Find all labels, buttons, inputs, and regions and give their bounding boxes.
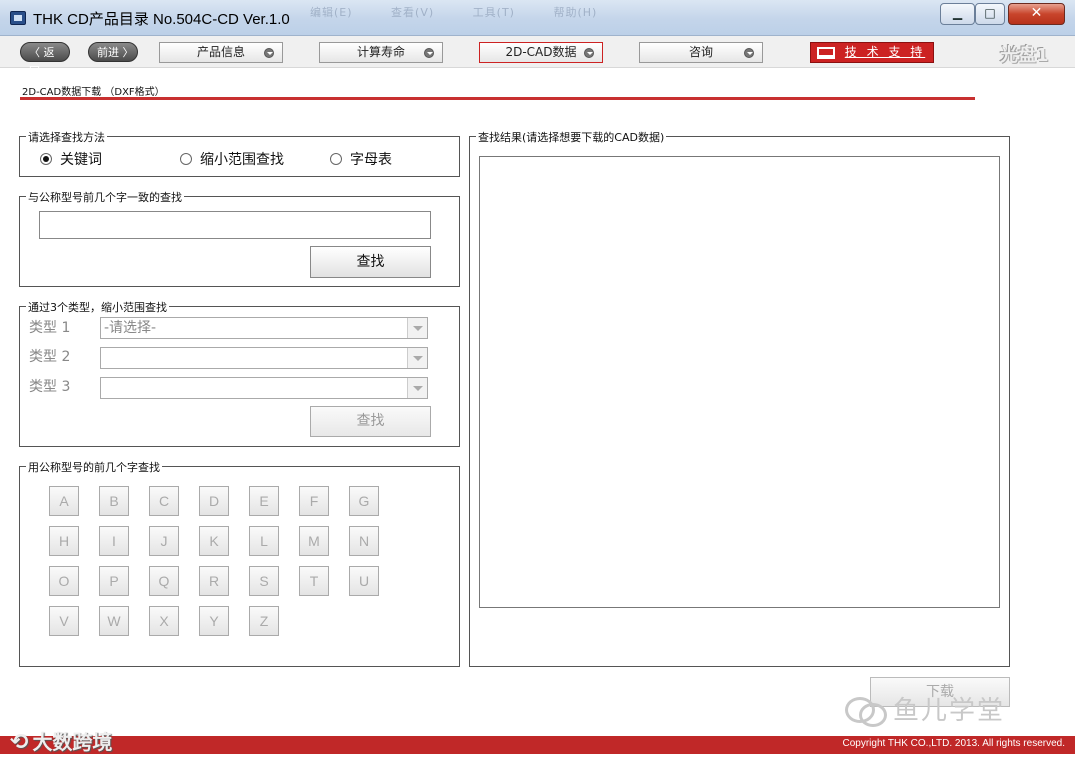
nav-bar: 〈 返回 前进 〉 产品信息 计算寿命 2D-CAD数据 咨询 技 术 支 持 [0, 36, 1075, 78]
chevron-down-icon [407, 378, 427, 398]
letter-button-w[interactable]: W [99, 606, 129, 636]
tab-2d-cad[interactable]: 2D-CAD数据 [479, 42, 603, 63]
type-2-label: 类型 2 [29, 349, 71, 365]
watermark-right: 鱼儿学堂 [845, 690, 1005, 727]
letter-button-z[interactable]: Z [249, 606, 279, 636]
letter-button-i[interactable]: I [99, 526, 129, 556]
ghost-menu: 编辑(E) 查看(V) 工具(T) 帮助(H) [310, 4, 631, 20]
type-1-value: -请选择- [104, 320, 157, 336]
search-method-legend: 请选择查找方法 [26, 129, 107, 145]
type-1-select[interactable]: -请选择- [100, 317, 428, 339]
dropdown-icon [264, 48, 274, 58]
keyword-search-button[interactable]: 查找 [310, 246, 431, 278]
letter-button-o[interactable]: O [49, 566, 79, 596]
disc-label: 光盘1 [1000, 45, 1049, 66]
watermark-left-text: 大数跨境 [32, 730, 113, 754]
letter-button-m[interactable]: M [299, 526, 329, 556]
tab-life-calc[interactable]: 计算寿命 [319, 42, 443, 63]
window-title-bar: THK CD产品目录 No.504C-CD Ver.1.0 编辑(E) 查看(V… [0, 0, 1075, 36]
watermark-left: ⟲ 大数跨境 [10, 726, 112, 755]
letter-button-c[interactable]: C [149, 486, 179, 516]
letter-button-n[interactable]: N [349, 526, 379, 556]
letter-button-r[interactable]: R [199, 566, 229, 596]
ghost-menu-item: 工具(T) [472, 6, 515, 19]
letter-button-j[interactable]: J [149, 526, 179, 556]
radio-icon [180, 153, 192, 165]
letter-button-p[interactable]: P [99, 566, 129, 596]
letter-button-f[interactable]: F [299, 486, 329, 516]
back-button[interactable]: 〈 返回 [20, 42, 70, 78]
type-1-label: 类型 1 [29, 320, 71, 336]
letter-button-q[interactable]: Q [149, 566, 179, 596]
laptop-icon [817, 47, 835, 59]
letter-button-a[interactable]: A [49, 486, 79, 516]
tab-label: 计算寿命 [356, 45, 405, 59]
type-3-label: 类型 3 [29, 379, 71, 395]
chevron-down-icon [407, 348, 427, 368]
copyright: Copyright THK CO.,LTD. 2013. All rights … [842, 738, 1066, 749]
keyword-input[interactable] [39, 211, 431, 239]
radio-narrow[interactable]: 缩小范围查找 [180, 149, 284, 169]
watermark-logo-icon: ⟲ [10, 730, 29, 755]
narrow-search-legend: 通过3个类型，缩小范围查找 [26, 299, 169, 315]
ghost-menu-item: 查看(V) [391, 6, 435, 19]
dropdown-icon [584, 48, 594, 58]
tab-label: 咨询 [688, 45, 713, 59]
radio-label: 关键词 [60, 152, 102, 168]
letter-button-g[interactable]: G [349, 486, 379, 516]
close-button[interactable]: ✕ [1008, 3, 1065, 25]
search-method-group: 请选择查找方法 关键词 缩小范围查找 字母表 [19, 129, 460, 177]
type-2-select[interactable] [100, 347, 428, 369]
letter-button-h[interactable]: H [49, 526, 79, 556]
alphabet-search-legend: 用公称型号的前几个字查找 [26, 459, 162, 475]
type-3-select[interactable] [100, 377, 428, 399]
radio-icon [330, 153, 342, 165]
letter-button-v[interactable]: V [49, 606, 79, 636]
results-legend: 查找结果(请选择想要下载的CAD数据) [476, 129, 667, 145]
tab-inquiry[interactable]: 咨询 [639, 42, 763, 63]
watermark-right-text: 鱼儿学堂 [893, 696, 1006, 726]
radio-selected-icon [40, 153, 52, 165]
dropdown-icon [424, 48, 434, 58]
results-list[interactable] [479, 156, 1000, 608]
letter-button-u[interactable]: U [349, 566, 379, 596]
ghost-menu-item: 编辑(E) [310, 6, 353, 19]
forward-button[interactable]: 前进 〉 [88, 42, 138, 62]
footer-bar: Copyright THK CO.,LTD. 2013. All rights … [0, 736, 1075, 754]
ghost-menu-item: 帮助(H) [553, 6, 598, 19]
alphabet-search-group: 用公称型号的前几个字查找 ABCDEFG HIJKLMN OPQRSTU VWXYZ [19, 459, 460, 667]
wechat-icon [845, 695, 887, 727]
letter-button-k[interactable]: K [199, 526, 229, 556]
letter-button-b[interactable]: B [99, 486, 129, 516]
narrow-search-group: 通过3个类型，缩小范围查找 类型 1 -请选择- 类型 2 类型 3 查找 [19, 299, 460, 447]
dropdown-icon [744, 48, 754, 58]
letter-button-d[interactable]: D [199, 486, 229, 516]
keyword-search-legend: 与公称型号前几个字一致的查找 [26, 189, 184, 205]
letter-button-l[interactable]: L [249, 526, 279, 556]
window-title: THK CD产品目录 No.504C-CD Ver.1.0 [33, 11, 290, 28]
letter-button-e[interactable]: E [249, 486, 279, 516]
radio-label: 字母表 [350, 152, 392, 168]
minimize-button[interactable]: ▁ [940, 3, 975, 25]
radio-alphabet[interactable]: 字母表 [330, 149, 392, 169]
chevron-down-icon [407, 318, 427, 338]
keyword-search-group: 与公称型号前几个字一致的查找 查找 [19, 189, 460, 287]
maximize-button[interactable]: □ [975, 3, 1005, 25]
tab-label: 2D-CAD数据 [505, 45, 577, 59]
letter-button-s[interactable]: S [249, 566, 279, 596]
radio-keyword[interactable]: 关键词 [40, 149, 102, 169]
narrow-search-button[interactable]: 查找 [310, 406, 431, 437]
app-icon [10, 11, 26, 25]
page-title: 2D-CAD数据下载 （DXF格式） [22, 87, 165, 98]
tab-product-info[interactable]: 产品信息 [159, 42, 283, 63]
radio-label: 缩小范围查找 [200, 152, 284, 168]
letter-button-y[interactable]: Y [199, 606, 229, 636]
header-divider [20, 97, 975, 100]
tech-support-button[interactable]: 技 术 支 持 [810, 42, 934, 63]
letter-button-t[interactable]: T [299, 566, 329, 596]
letter-button-x[interactable]: X [149, 606, 179, 636]
tab-label: 产品信息 [196, 45, 245, 59]
